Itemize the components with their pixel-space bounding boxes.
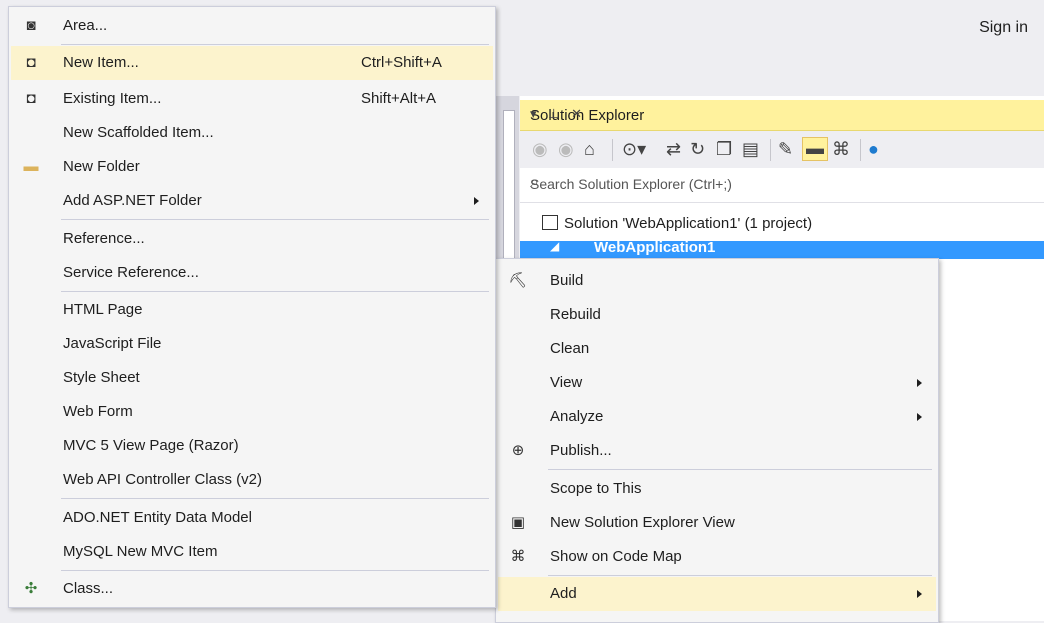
menu-item-area[interactable]: ◙ Area... [11, 9, 493, 43]
menu-item-analyze[interactable]: Analyze [498, 400, 936, 434]
sync-icon[interactable]: ⇄ [666, 139, 681, 159]
solution-label: Solution 'WebApplication1' (1 project) [564, 215, 813, 232]
submenu-arrow-icon [917, 379, 922, 387]
window-controls[interactable]: ▾ ⊥ ✕ [530, 106, 1040, 122]
menu-item-web-form[interactable]: Web Form [11, 395, 493, 429]
globe-icon[interactable]: ● [868, 139, 879, 159]
solution-explorer-toolbar: ◉ ◉ ⌂ ⊙▾ ⇄ ↻ ❐ ▤ ✎ ▬ ⌘ ● [520, 131, 1044, 168]
class-icon: ✣ [24, 580, 38, 597]
menu-item-new-solution-explorer-view[interactable]: ▣ New Solution Explorer View [498, 506, 936, 540]
existing-item-icon: ◘ [26, 90, 36, 107]
menu-item-html-page[interactable]: HTML Page [11, 293, 493, 327]
build-icon: ⛏ [508, 272, 528, 289]
show-all-files-icon[interactable]: ▤ [742, 139, 759, 159]
code-map-toolbar-icon[interactable]: ⌘ [832, 139, 850, 159]
project-context-menu: ⛏ Build Rebuild Clean View Analyze ⊕ Publi… [495, 258, 939, 623]
pending-changes-icon[interactable]: ⊙▾ [622, 139, 646, 159]
menu-item-web-api-controller[interactable]: Web API Controller Class (v2) [11, 463, 493, 497]
menu-item-existing-item[interactable]: ◘ Existing Item... Shift+Alt+A [11, 82, 493, 116]
add-submenu: ◙ Area... ◘ New Item... Ctrl+Shift+A ◘ Exist… [8, 6, 496, 608]
menu-item-new-folder[interactable]: ▬ New Folder [11, 150, 493, 184]
folder-icon: ▬ [23, 158, 39, 175]
project-label: WebApplication1 [594, 241, 716, 256]
solution-explorer-search[interactable]: Search Solution Explorer (Ctrl+;) ⌕ [520, 168, 1044, 203]
menu-item-ado-entity-model[interactable]: ADO.NET Entity Data Model [11, 501, 493, 535]
menu-item-service-reference[interactable]: Service Reference... [11, 256, 493, 290]
new-view-icon: ▣ [510, 514, 526, 531]
menu-item-javascript-file[interactable]: JavaScript File [11, 327, 493, 361]
menu-item-show-on-code-map[interactable]: ⌘ Show on Code Map [498, 540, 936, 574]
solution-node[interactable]: Solution 'WebApplication1' (1 project) [542, 215, 812, 232]
area-icon: ◙ [26, 17, 36, 34]
publish-icon: ⊕ [511, 442, 525, 459]
solution-explorer-title: Solution Explorer ▾ ⊥ ✕ [520, 100, 1044, 131]
menu-item-clean[interactable]: Clean [498, 332, 936, 366]
submenu-arrow-icon [917, 590, 922, 598]
menu-item-new-scaffolded-item[interactable]: New Scaffolded Item... [11, 116, 493, 150]
menu-item-style-sheet[interactable]: Style Sheet [11, 361, 493, 395]
expand-arrow-icon[interactable]: ◢ [550, 241, 559, 253]
home-icon[interactable]: ⌂ [584, 139, 595, 159]
search-icon[interactable]: ⌕ [530, 174, 1040, 192]
solution-icon [542, 215, 558, 230]
menu-item-mysql-mvc-item[interactable]: MySQL New MVC Item [11, 535, 493, 569]
menu-item-add[interactable]: Add [498, 577, 936, 611]
menu-item-add-aspnet-folder[interactable]: Add ASP.NET Folder [11, 184, 493, 218]
collapse-all-icon[interactable]: ❐ [716, 139, 732, 159]
menu-item-mvc5-view-page[interactable]: MVC 5 View Page (Razor) [11, 429, 493, 463]
menu-item-class[interactable]: ✣ Class... [11, 572, 493, 606]
code-map-icon: ⌘ [510, 548, 526, 565]
menu-item-new-item[interactable]: ◘ New Item... Ctrl+Shift+A [11, 46, 493, 80]
new-item-icon: ◘ [26, 54, 36, 71]
preview-icon[interactable]: ▬ [802, 137, 828, 161]
submenu-arrow-icon [917, 413, 922, 421]
forward-icon[interactable]: ◉ [558, 139, 574, 159]
menu-item-reference[interactable]: Reference... [11, 222, 493, 256]
properties-icon[interactable]: ✎ [778, 139, 793, 159]
sign-in-link[interactable]: Sign in [979, 19, 1028, 37]
project-node[interactable]: ◢ WebApplication1 [520, 241, 1044, 259]
menu-item-scope-to-this[interactable]: Scope to This [498, 472, 936, 506]
submenu-arrow-icon [474, 197, 479, 205]
menu-item-publish[interactable]: ⊕ Publish... [498, 434, 936, 468]
menu-item-view[interactable]: View [498, 366, 936, 400]
menu-item-build[interactable]: ⛏ Build [498, 264, 936, 298]
refresh-icon[interactable]: ↻ [690, 139, 705, 159]
back-icon[interactable]: ◉ [532, 139, 548, 159]
menu-item-rebuild[interactable]: Rebuild [498, 298, 936, 332]
